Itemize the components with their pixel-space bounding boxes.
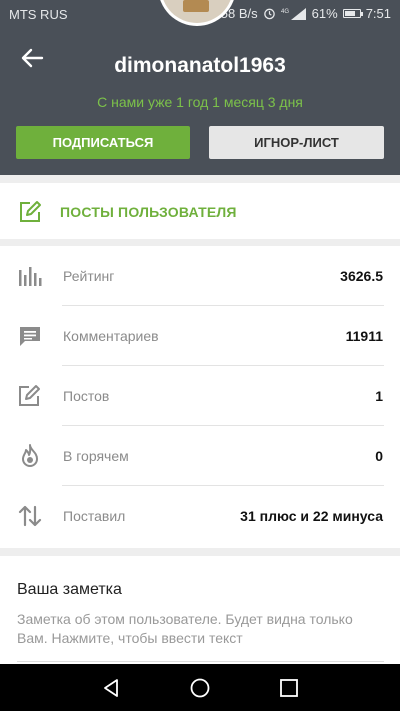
avatar-image <box>183 0 209 12</box>
bar-chart-icon <box>19 267 42 286</box>
stat-row-votes: Поставил 31 плюс и 22 минуса <box>0 486 400 546</box>
carrier-name: MTS RUS <box>9 7 68 22</box>
battery-icon <box>342 9 363 18</box>
battery-percent: 61% <box>311 6 338 21</box>
comment-icon <box>20 327 40 346</box>
subscribe-button[interactable]: ПОДПИСАТЬСЯ <box>16 126 190 159</box>
stat-row-posts: Постов 1 <box>0 366 400 426</box>
signal-icon: 4G <box>281 8 306 20</box>
note-title: Ваша заметка <box>17 581 122 598</box>
network-type: 4G <box>281 9 289 15</box>
stat-label: Рейтинг <box>63 268 115 284</box>
stats-card: Рейтинг 3626.5 Комментариев 11911 Постов… <box>0 246 400 548</box>
clock: 7:51 <box>365 6 391 21</box>
username: dimonanatol1963 <box>114 54 286 77</box>
stat-value: 1 <box>375 388 383 404</box>
edit-icon <box>20 201 41 222</box>
fire-icon <box>22 444 38 467</box>
alarm-icon <box>263 8 275 20</box>
user-note[interactable]: Ваша заметка Заметка об этом пользовател… <box>0 556 400 664</box>
battery-fill <box>344 11 355 16</box>
stat-row-rating: Рейтинг 3626.5 <box>0 246 400 306</box>
navigation-bar <box>0 664 400 711</box>
stat-label: Постов <box>63 388 110 404</box>
user-posts-label: ПОСТЫ ПОЛЬЗОВАТЕЛЯ <box>60 204 237 220</box>
stat-value: 31 плюс и 22 минуса <box>240 508 383 524</box>
sort-arrows-icon <box>18 505 42 527</box>
recents-nav-icon[interactable] <box>278 677 300 699</box>
stat-row-comments: Комментариев 11911 <box>0 306 400 366</box>
back-nav-icon[interactable] <box>100 677 122 699</box>
note-underline <box>17 661 384 662</box>
stat-label: В горячем <box>63 448 129 464</box>
stat-row-hot: В горячем 0 <box>0 426 400 486</box>
home-nav-icon[interactable] <box>189 677 211 699</box>
stat-value: 11911 <box>345 328 383 344</box>
stat-label: Поставил <box>63 508 126 524</box>
user-posts-link[interactable]: ПОСТЫ ПОЛЬЗОВАТЕЛЯ <box>0 183 400 239</box>
note-input[interactable]: Заметка об этом пользователе. Будет видн… <box>17 610 377 648</box>
status-icons: 58 B/s 4G 61% 7:51 <box>221 6 391 21</box>
edit-icon <box>19 385 40 406</box>
stat-value: 3626.5 <box>340 268 383 284</box>
ignore-list-button[interactable]: ИГНОР-ЛИСТ <box>209 126 384 159</box>
profile-header: dimonanatol1963 С нами уже 1 год 1 месяц… <box>0 28 400 175</box>
membership-duration: С нами уже 1 год 1 месяц 3 дня <box>97 94 303 110</box>
stat-value: 0 <box>375 448 383 464</box>
stat-label: Комментариев <box>63 328 159 344</box>
